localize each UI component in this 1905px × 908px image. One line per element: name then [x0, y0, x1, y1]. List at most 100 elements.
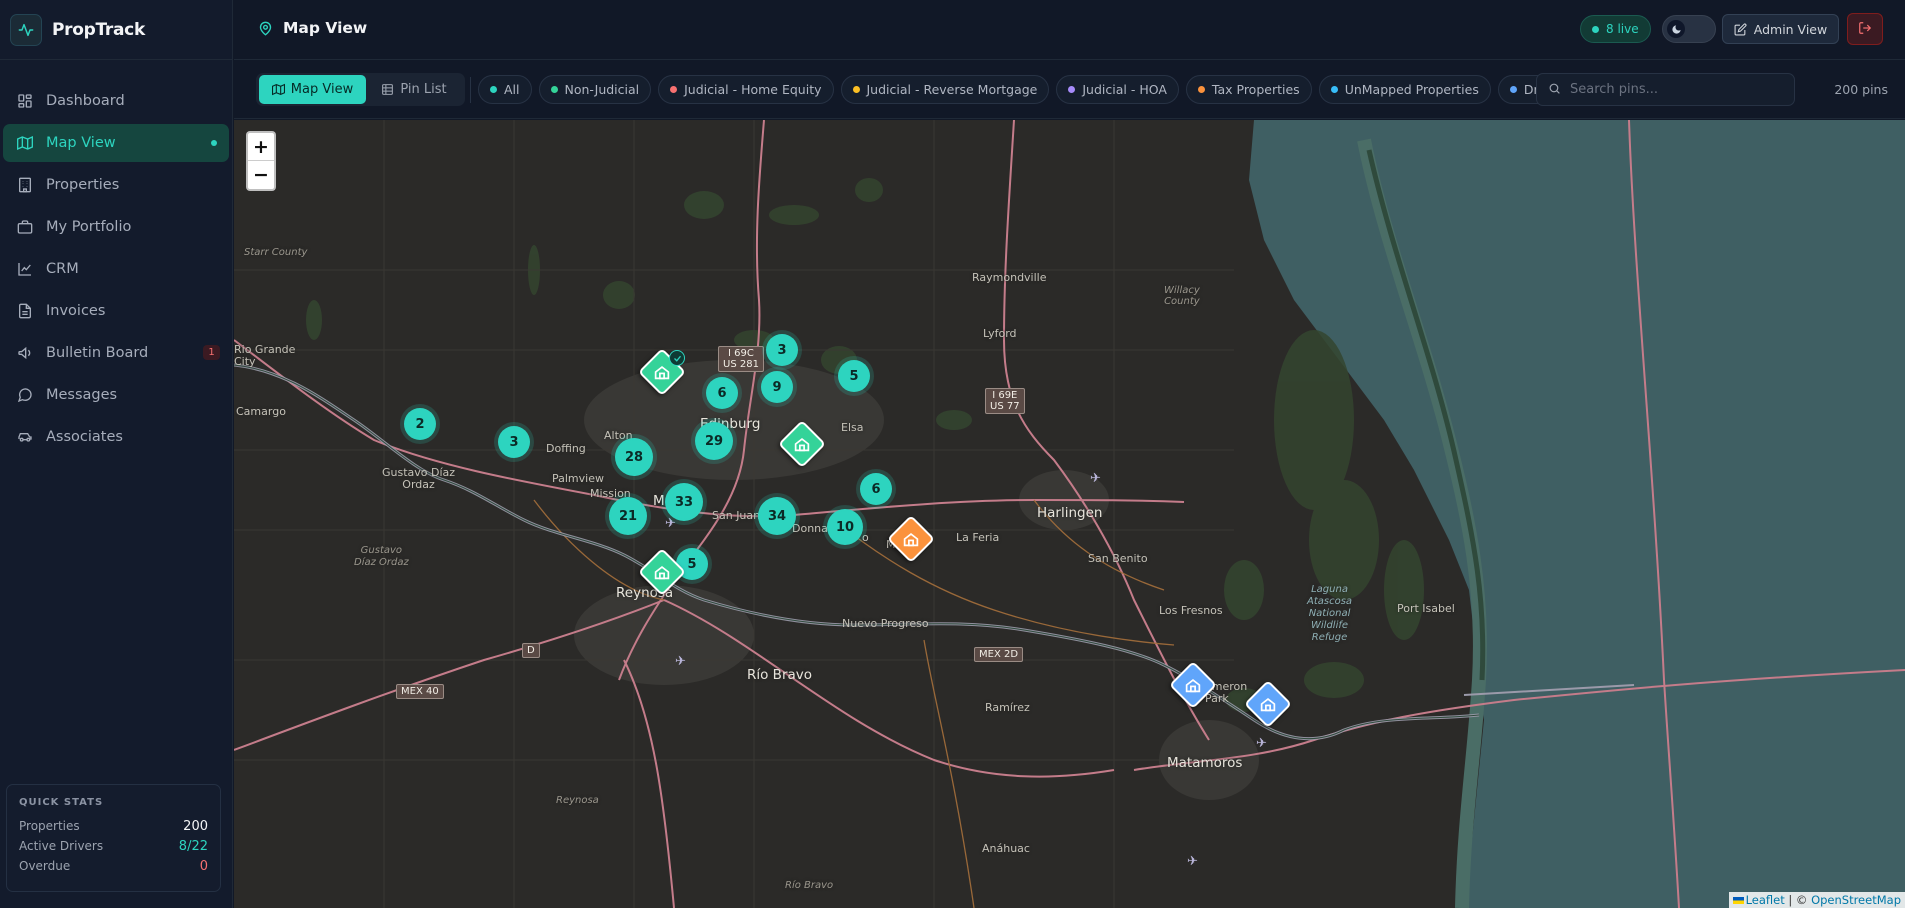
house-icon [654, 564, 671, 581]
sidebar-item-label: Bulletin Board [46, 345, 149, 361]
pin-cluster[interactable]: 9 [761, 371, 793, 403]
house-icon [1185, 677, 1202, 694]
place-label: La Feria [956, 531, 1000, 544]
chip-label: Tax Properties [1211, 82, 1300, 97]
sidebar-item-associates[interactable]: Associates [3, 418, 229, 456]
pin-cluster[interactable]: 5 [838, 360, 870, 392]
sidebar-item-map-view[interactable]: Map View [3, 124, 229, 162]
place-label: Elsa [841, 421, 864, 434]
quick-stat-properties: Properties 200 [19, 816, 208, 836]
place-label: Lyford [983, 327, 1017, 340]
place-label: Río Bravo [785, 880, 834, 891]
moon-icon [1667, 20, 1685, 38]
active-indicator-dot [211, 140, 217, 146]
chart-line-icon [15, 259, 35, 279]
theme-toggle[interactable] [1662, 15, 1716, 43]
sidebar-nav: Dashboard Map View Properties My Portfol… [0, 60, 232, 456]
osm-link[interactable]: OpenStreetMap [1811, 893, 1901, 907]
status-dot-icon [1509, 86, 1517, 93]
quick-stat-overdue: Overdue 0 [19, 856, 208, 876]
house-icon [1260, 696, 1277, 713]
table-icon [381, 83, 394, 96]
notification-badge: 1 [203, 345, 220, 360]
sidebar-item-dashboard[interactable]: Dashboard [3, 82, 229, 120]
filter-chip-judicial-hoa[interactable]: Judicial - HOA [1056, 75, 1179, 104]
pin-cluster[interactable]: 34 [758, 497, 796, 535]
sidebar-item-messages[interactable]: Messages [3, 376, 229, 414]
pin-cluster[interactable]: 3 [498, 426, 530, 458]
filter-chip-judicial-home-equity[interactable]: Judicial - Home Equity [658, 75, 834, 104]
house-icon [903, 531, 920, 548]
admin-view-button[interactable]: Admin View [1722, 14, 1839, 44]
zoom-in-button[interactable]: + [248, 133, 274, 161]
sidebar-item-my-portfolio[interactable]: My Portfolio [3, 208, 229, 246]
airport-icon: ✈ [1256, 736, 1267, 751]
place-label: M [653, 493, 665, 509]
airport-icon: ✈ [1090, 471, 1101, 486]
pin-cluster[interactable]: 10 [827, 509, 863, 545]
pin-cluster[interactable]: 3 [766, 334, 798, 366]
place-label: San Benito [1088, 552, 1148, 565]
sidebar: PropTrack Dashboard Map View Properties … [0, 0, 233, 908]
pin-cluster[interactable]: 21 [609, 497, 647, 535]
highway-shield: D [522, 643, 540, 658]
pin-cluster[interactable]: 33 [665, 483, 703, 521]
zoom-control: + − [246, 131, 276, 191]
place-label: Raymondville [972, 271, 1047, 284]
filter-chip-non-judicial[interactable]: Non-Judicial [538, 75, 652, 104]
activity-logo-icon [10, 13, 42, 46]
brand[interactable]: PropTrack [0, 0, 232, 60]
filter-chip-all[interactable]: All [478, 75, 532, 104]
building-icon [15, 175, 35, 195]
sidebar-item-label: Map View [46, 135, 116, 151]
sidebar-item-label: Properties [46, 177, 120, 193]
sidebar-item-bulletin-board[interactable]: Bulletin Board 1 [3, 334, 229, 372]
map-icon [271, 83, 285, 96]
sidebar-item-crm[interactable]: CRM [3, 250, 229, 288]
zoom-out-button[interactable]: − [248, 161, 274, 189]
tab-map-view[interactable]: Map View [259, 75, 366, 104]
pin-search[interactable] [1536, 73, 1795, 106]
view-switcher: Map View Pin List [256, 73, 465, 106]
map-attribution: Leaflet | © OpenStreetMap [1728, 892, 1905, 908]
live-drivers-badge[interactable]: 8 live [1580, 15, 1651, 43]
chip-label: UnMapped Properties [1344, 82, 1479, 97]
house-icon [794, 436, 811, 453]
chip-label: Judicial - Home Equity [684, 82, 822, 97]
map-canvas[interactable]: + − Raymondville Lyford Willacy County S… [234, 120, 1905, 908]
search-input[interactable] [1570, 82, 1770, 97]
tab-label: Map View [290, 82, 354, 97]
stat-label: Active Drivers [19, 839, 104, 853]
pin-cluster[interactable]: 29 [695, 422, 733, 460]
filter-chip-tax-properties[interactable]: Tax Properties [1185, 75, 1312, 104]
status-dot-icon [1068, 86, 1076, 93]
sidebar-item-properties[interactable]: Properties [3, 166, 229, 204]
stat-label: Overdue [19, 859, 71, 873]
app-name: PropTrack [52, 19, 145, 40]
sidebar-item-label: Dashboard [46, 93, 125, 109]
place-label: o [862, 531, 869, 544]
pin-cluster[interactable]: 28 [615, 438, 653, 476]
logout-button[interactable] [1847, 13, 1883, 45]
place-label: Camargo [236, 405, 286, 418]
highway-shield: MEX 40 [396, 684, 444, 699]
tab-pin-list[interactable]: Pin List [366, 75, 462, 104]
status-dot-icon [852, 86, 860, 93]
status-dot-icon [670, 86, 678, 93]
pin-cluster[interactable]: 6 [706, 377, 738, 409]
page-title-text: Map View [283, 19, 368, 37]
place-label: Ramírez [985, 701, 1030, 714]
place-label: Laguna Atascosa National Wildlife Refuge [1307, 584, 1353, 643]
filter-chip-unmapped-properties[interactable]: UnMapped Properties [1318, 75, 1491, 104]
live-dot-icon [1592, 25, 1599, 33]
pin-cluster[interactable]: 2 [404, 408, 436, 440]
edit-icon [1734, 22, 1747, 36]
highway-shield: I 69C US 281 [718, 346, 764, 372]
sidebar-item-invoices[interactable]: Invoices [3, 292, 229, 330]
place-label: Río Bravo [747, 667, 813, 683]
filter-chip-judicial-reverse-mortgage[interactable]: Judicial - Reverse Mortgage [840, 75, 1050, 104]
pin-cluster[interactable]: 6 [860, 473, 892, 505]
leaflet-link[interactable]: Leaflet [1746, 893, 1785, 907]
quick-stats-title: QUICK STATS [19, 797, 104, 808]
highway-shield: MEX 2D [974, 647, 1024, 662]
